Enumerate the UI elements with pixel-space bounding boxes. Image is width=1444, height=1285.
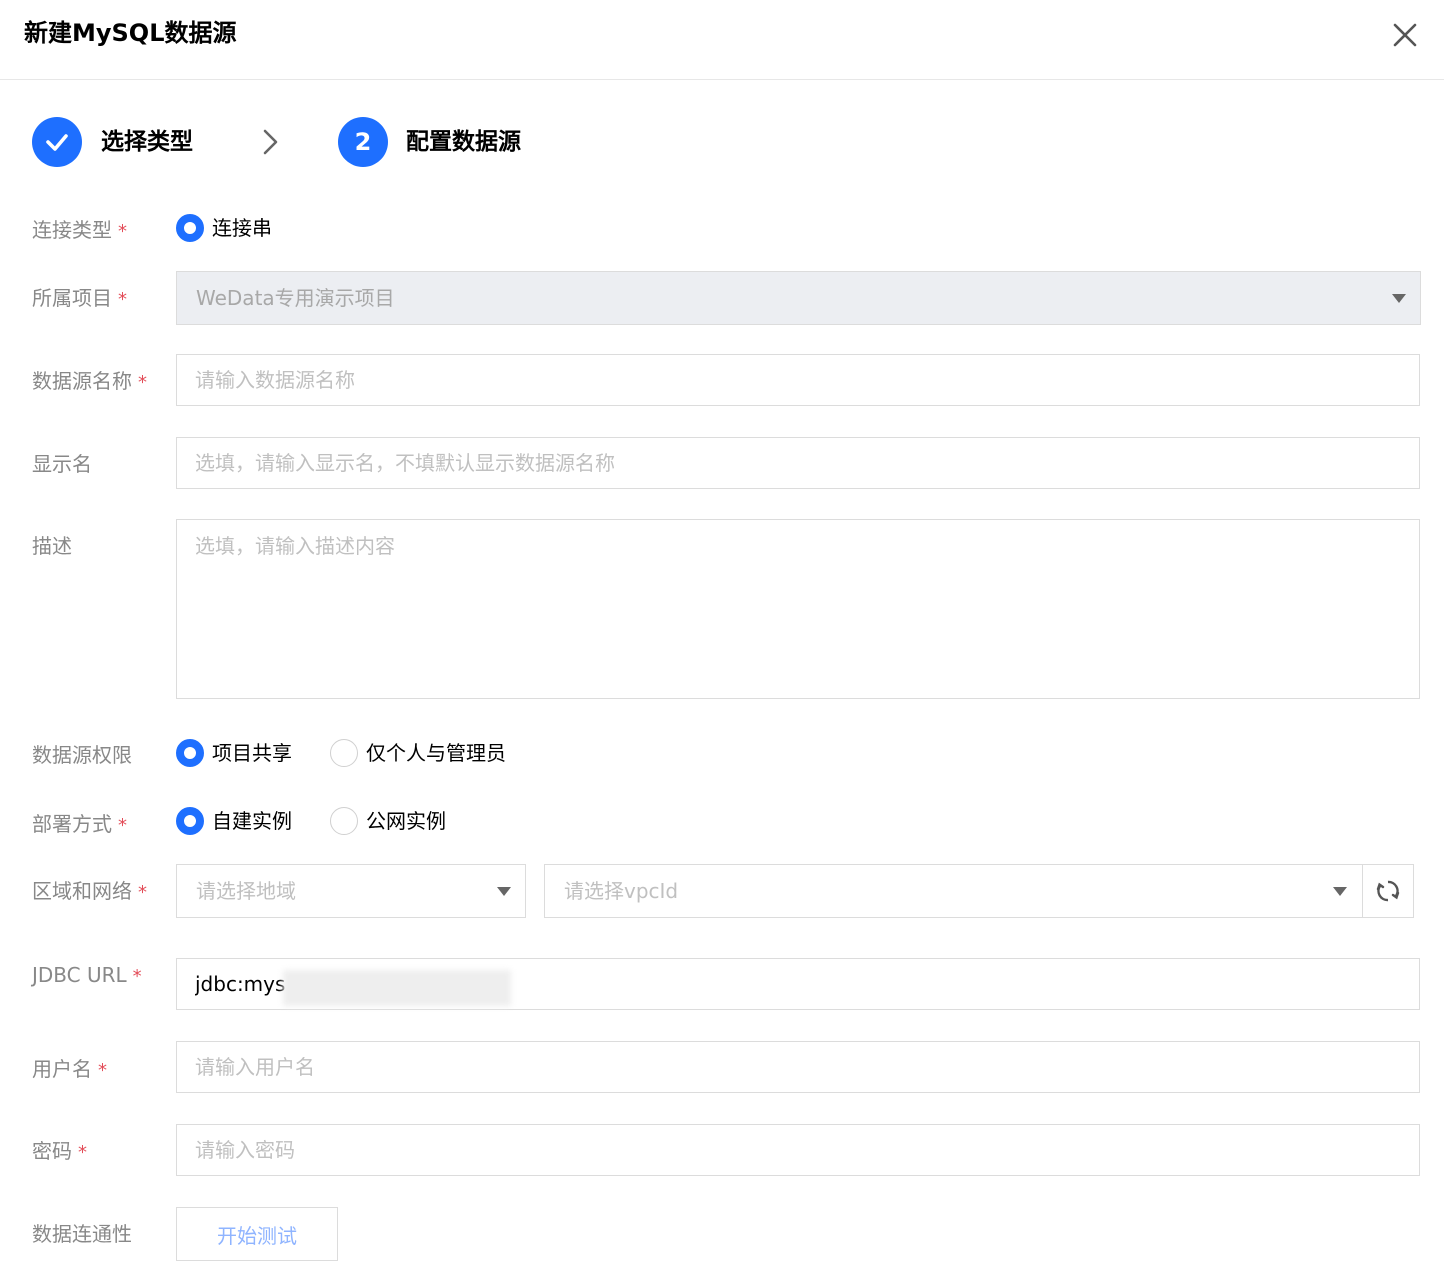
region-select[interactable]: 请选择地域 bbox=[176, 864, 526, 918]
project-select: WeData专用演示项目 bbox=[176, 271, 1421, 325]
radio-checked-icon bbox=[176, 739, 204, 767]
required-mark: * bbox=[118, 221, 127, 242]
datasource-name-label: 数据源名称 * bbox=[32, 369, 147, 393]
radio-label: 公网实例 bbox=[366, 809, 446, 833]
radio-label: 项目共享 bbox=[212, 741, 292, 765]
description-textarea[interactable] bbox=[176, 519, 1420, 699]
step-2-label: 配置数据源 bbox=[406, 129, 521, 155]
region-network-label: 区域和网络 * bbox=[32, 879, 147, 903]
username-input[interactable] bbox=[176, 1041, 1420, 1093]
vpc-select[interactable]: 请选择vpcId bbox=[544, 864, 1363, 918]
step-2-number: 2 bbox=[338, 117, 388, 167]
caret-down-icon bbox=[1392, 294, 1406, 303]
dialog-header: 新建MySQL数据源 bbox=[0, 0, 1444, 80]
chevron-right-icon bbox=[263, 129, 278, 155]
radio-label: 仅个人与管理员 bbox=[366, 741, 506, 765]
radio-self-built[interactable]: 自建实例 bbox=[176, 807, 292, 835]
radio-checked-icon bbox=[176, 807, 204, 835]
connectivity-label: 数据连通性 bbox=[32, 1222, 132, 1246]
refresh-button[interactable] bbox=[1362, 864, 1414, 918]
project-value: WeData专用演示项目 bbox=[196, 286, 395, 310]
step-done-icon bbox=[32, 117, 82, 167]
radio-connection-string[interactable]: 连接串 bbox=[176, 214, 272, 242]
description-label: 描述 bbox=[32, 534, 72, 558]
required-mark: * bbox=[118, 289, 127, 310]
region-placeholder: 请选择地域 bbox=[196, 879, 296, 903]
connection-type-label: 连接类型 * bbox=[32, 218, 127, 242]
display-name-label: 显示名 bbox=[32, 452, 92, 476]
username-label: 用户名 * bbox=[32, 1057, 107, 1081]
caret-down-icon bbox=[1333, 887, 1347, 896]
radio-checked-icon bbox=[176, 214, 204, 242]
required-mark: * bbox=[138, 882, 147, 903]
radio-label: 连接串 bbox=[212, 216, 272, 240]
required-mark: * bbox=[78, 1142, 87, 1163]
project-label: 所属项目 * bbox=[32, 286, 127, 310]
step-1-label: 选择类型 bbox=[101, 129, 193, 155]
required-mark: * bbox=[132, 966, 142, 987]
radio-project-shared[interactable]: 项目共享 bbox=[176, 739, 292, 767]
refresh-icon bbox=[1376, 880, 1400, 902]
required-mark: * bbox=[98, 1060, 107, 1081]
radio-personal-admin[interactable]: 仅个人与管理员 bbox=[330, 739, 506, 767]
check-icon bbox=[46, 134, 68, 151]
permission-label: 数据源权限 bbox=[32, 743, 132, 767]
radio-public-network[interactable]: 公网实例 bbox=[330, 807, 446, 835]
vpc-placeholder: 请选择vpcId bbox=[564, 879, 679, 903]
password-label: 密码 * bbox=[32, 1139, 87, 1163]
password-input[interactable] bbox=[176, 1124, 1420, 1176]
radio-label: 自建实例 bbox=[212, 809, 292, 833]
required-mark: * bbox=[118, 815, 127, 836]
start-test-button[interactable]: 开始测试 bbox=[176, 1207, 338, 1261]
jdbc-url-label: JDBC URL * bbox=[32, 963, 142, 987]
deploy-label: 部署方式 * bbox=[32, 812, 127, 836]
radio-unchecked-icon bbox=[330, 807, 358, 835]
required-mark: * bbox=[138, 372, 147, 393]
display-name-input[interactable] bbox=[176, 437, 1420, 489]
caret-down-icon bbox=[497, 887, 511, 896]
datasource-name-input[interactable] bbox=[176, 354, 1420, 406]
radio-unchecked-icon bbox=[330, 739, 358, 767]
dialog-title: 新建MySQL数据源 bbox=[24, 19, 237, 47]
close-icon[interactable] bbox=[1388, 18, 1422, 52]
redacted-text-blur bbox=[283, 970, 511, 1006]
